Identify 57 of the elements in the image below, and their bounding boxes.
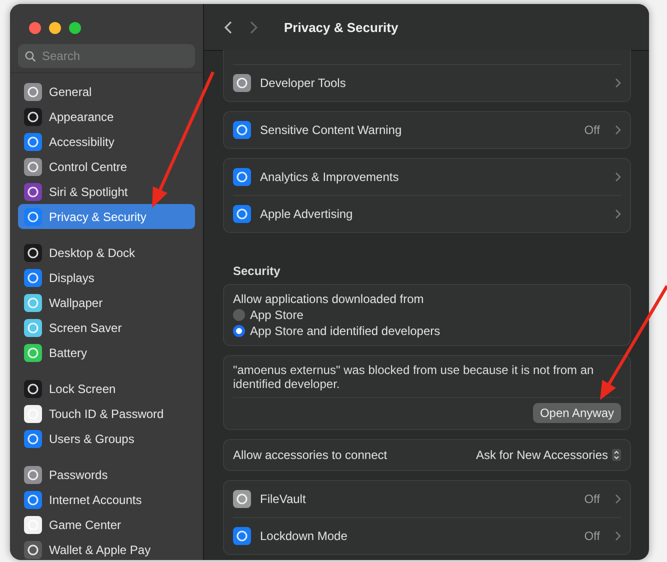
sidebar-item[interactable]: Privacy & Security: [18, 204, 195, 229]
sidebar-item[interactable]: Passwords: [18, 462, 195, 487]
radio-group-label: Allow applications downloaded from: [233, 292, 425, 306]
search-field[interactable]: Search: [18, 44, 195, 68]
popup-button[interactable]: Ask for New Accessories: [476, 448, 621, 462]
settings-row[interactable]: Apple Advertising: [233, 195, 621, 232]
chevron-icon: [615, 125, 621, 135]
window-title: Privacy & Security: [284, 20, 398, 34]
row-label: Sensitive Content Warning: [260, 123, 403, 137]
chevron-icon: [615, 172, 621, 182]
row-label: Developer Tools: [260, 76, 347, 90]
row-label: Apple Advertising: [260, 207, 354, 221]
back-icon[interactable]: [224, 20, 232, 34]
chevron-icon: [615, 209, 621, 219]
row-label: Allow accessories to connect: [233, 448, 388, 462]
minimize-button[interactable]: [49, 22, 61, 34]
open-anyway-button[interactable]: Open Anyway: [532, 403, 621, 423]
row-label: Lockdown Mode: [260, 529, 348, 543]
sidebar-item[interactable]: General: [18, 79, 195, 104]
search-input[interactable]: Search: [42, 44, 188, 68]
sidebar-item[interactable]: Control Centre: [18, 154, 195, 179]
close-button[interactable]: [29, 22, 41, 34]
stepper-icon: [612, 449, 621, 461]
row-value: Off: [584, 123, 600, 137]
sidebar-item[interactable]: Lock Screen: [18, 376, 195, 401]
settings-row[interactable]: FileVault Off: [233, 481, 621, 517]
sidebar-item[interactable]: Appearance: [18, 104, 195, 129]
chevron-icon: [615, 494, 621, 504]
sidebar-item[interactable]: Screen Saver: [18, 315, 195, 340]
sidebar-item[interactable]: Wallpaper: [18, 290, 195, 315]
sidebar-item[interactable]: Battery: [18, 340, 195, 365]
settings-row[interactable]: Lockdown Mode Off: [233, 517, 621, 554]
sidebar-item[interactable]: Siri & Spotlight: [18, 179, 195, 204]
sidebar-item[interactable]: Desktop & Dock: [18, 240, 195, 265]
sidebar-item[interactable]: Internet Accounts: [18, 487, 195, 512]
radio-button[interactable]: [233, 309, 245, 321]
row-value: Off: [584, 492, 600, 506]
search-icon: [25, 50, 36, 62]
row-label: Analytics & Improvements: [260, 170, 400, 184]
sidebar-item[interactable]: Accessibility: [18, 129, 195, 154]
sidebar-item[interactable]: Wallet & Apple Pay: [18, 537, 195, 560]
radio-button[interactable]: [233, 325, 245, 337]
settings-row[interactable]: Developer Tools: [233, 65, 621, 101]
sidebar-item[interactable]: Users & Groups: [18, 426, 195, 451]
settings-row[interactable]: Sensitive Content Warning Off: [233, 112, 621, 148]
chevron-icon: [615, 78, 621, 88]
radio-label: App Store and identified developers: [250, 324, 440, 338]
radio-label: App Store: [250, 308, 304, 322]
sidebar-item[interactable]: Game Center: [18, 512, 195, 537]
zoom-button[interactable]: [69, 22, 81, 34]
sidebar-item[interactable]: Touch ID & Password: [18, 401, 195, 426]
row-label: FileVault: [260, 492, 307, 506]
row-value: Off: [584, 529, 600, 543]
settings-row[interactable]: Analytics & Improvements: [233, 159, 621, 195]
sidebar-item[interactable]: Displays: [18, 265, 195, 290]
section-heading: Security: [233, 264, 282, 278]
chevron-icon: [615, 531, 621, 541]
